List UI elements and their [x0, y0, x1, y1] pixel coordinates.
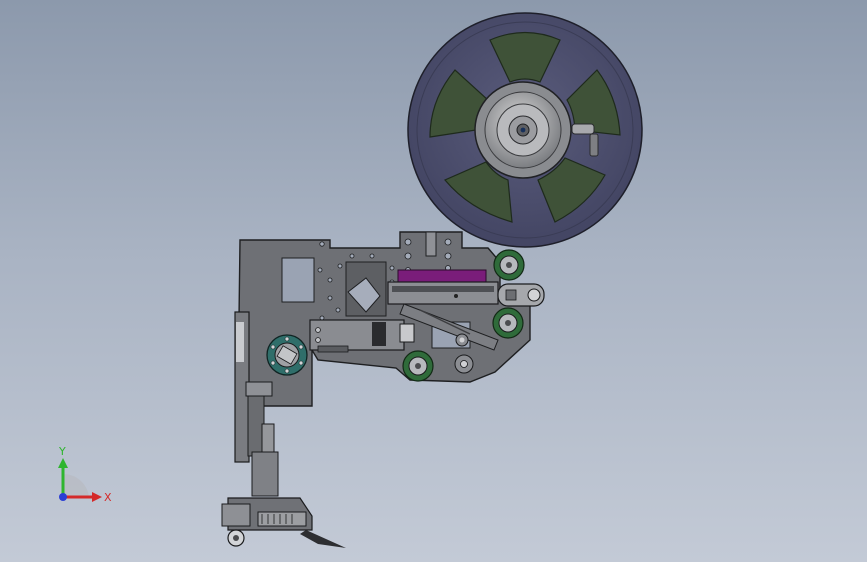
- roller-bottom-left[interactable]: [402, 350, 434, 382]
- reel-lock-handle[interactable]: [589, 133, 599, 157]
- feeder-column: [251, 451, 279, 497]
- label-pad: [397, 269, 487, 283]
- y-axis-label: Y: [58, 445, 66, 458]
- roller-small-bottom[interactable]: [454, 354, 474, 374]
- bracket-block: [372, 322, 386, 346]
- coordinate-triad: Y X: [58, 445, 112, 504]
- guide-end-pulley: [527, 288, 541, 302]
- bracket-rail: [317, 345, 349, 353]
- bracket-tab: [399, 323, 415, 343]
- guide-rail: [387, 281, 499, 305]
- cad-viewport[interactable]: Y X: [0, 0, 867, 562]
- linear-guide[interactable]: [387, 281, 545, 307]
- guide-screw: [454, 294, 458, 298]
- label-feeder-head[interactable]: [221, 451, 346, 548]
- rotary-hub[interactable]: [266, 334, 308, 376]
- feeder-wheel-bracket: [221, 503, 251, 527]
- guide-end-clamp: [505, 289, 517, 301]
- middle-bracket[interactable]: [309, 319, 415, 353]
- frame-window-cutout: [281, 257, 315, 303]
- roller-mid-right[interactable]: [492, 307, 524, 339]
- feeder-blade: [300, 530, 346, 548]
- tape-reel[interactable]: [407, 12, 643, 248]
- y-axis-arrow: [58, 458, 68, 468]
- bracket-body: [309, 319, 405, 351]
- main-frame-plate[interactable]: [237, 231, 531, 407]
- roller-top-right[interactable]: [493, 249, 525, 281]
- assembly-drawing: Y X: [58, 12, 643, 548]
- frame-top-slot: [425, 231, 437, 257]
- feeder-clamp: [257, 511, 307, 527]
- post-highlight: [236, 322, 244, 362]
- feeder-wheel-hub: [233, 535, 239, 541]
- z-axis-point: [59, 493, 67, 501]
- reel-lock-lever[interactable]: [571, 123, 595, 135]
- x-axis-arrow: [92, 492, 102, 502]
- post-clamp: [245, 381, 273, 397]
- reel-hub-center: [520, 127, 526, 133]
- triad-quadrant: [63, 473, 89, 497]
- guide-rail-groove: [392, 286, 494, 292]
- roller-small-mid[interactable]: [455, 333, 469, 347]
- x-axis-label: X: [104, 491, 112, 504]
